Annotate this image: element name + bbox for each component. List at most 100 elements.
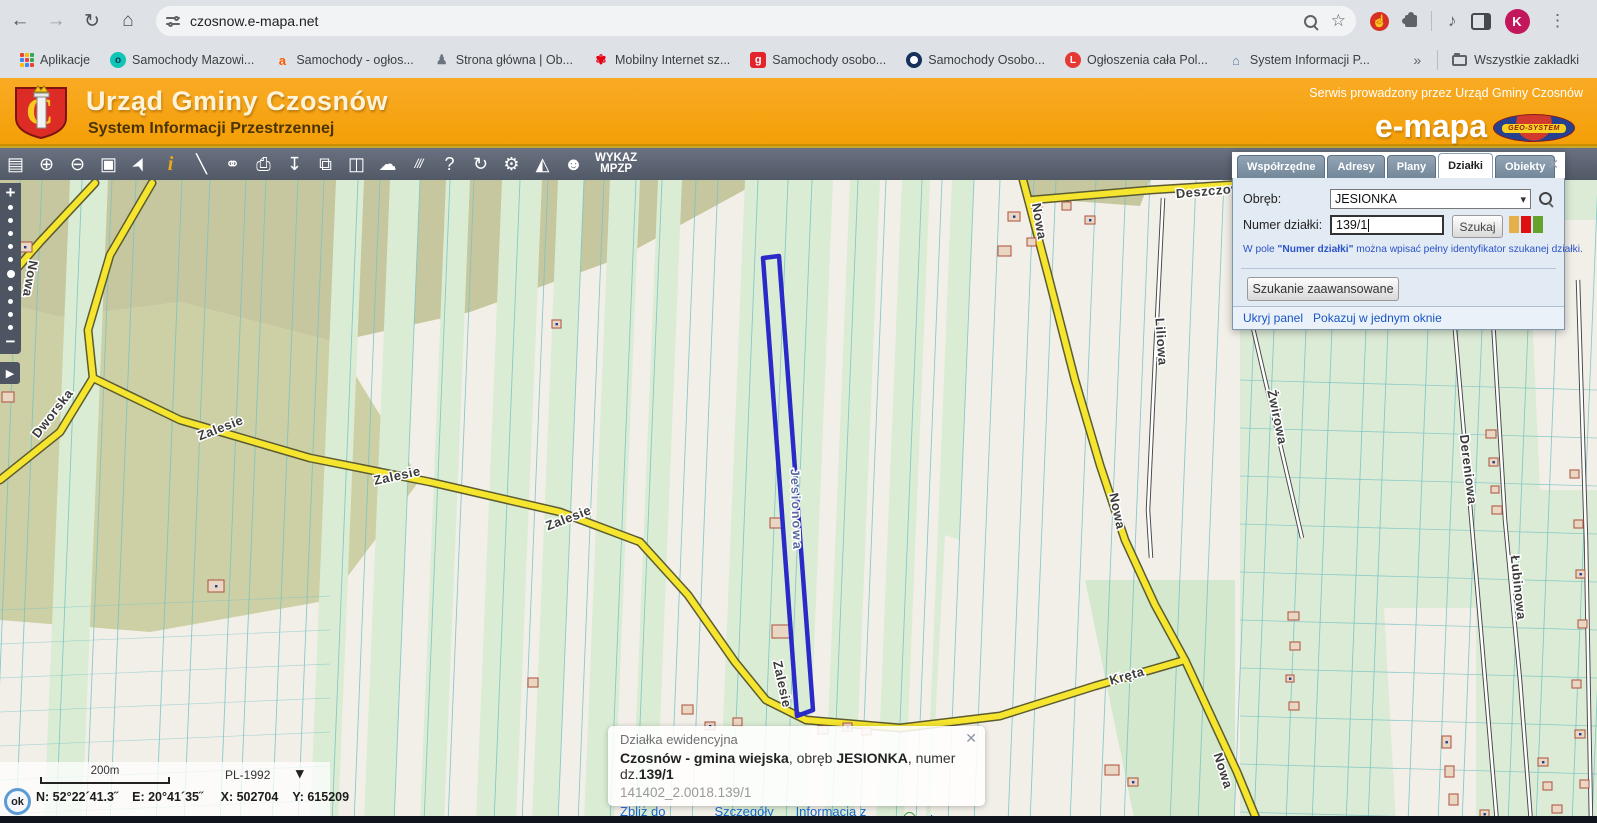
crs-dropdown-icon[interactable]: ▾ xyxy=(296,764,304,782)
browser-toolbar: ← → ↻ ⌂ czosnow.e-mapa.net ☆ ☝ ♪ K ⋮ xyxy=(0,0,1597,42)
zoom-level-dot[interactable] xyxy=(8,231,13,236)
street-view-icon[interactable]: ↧ xyxy=(279,149,310,179)
hide-panel-link[interactable]: Ukryj panel xyxy=(1243,311,1303,325)
emapa-brand: e-mapa xyxy=(1375,108,1487,145)
site-info-icon[interactable] xyxy=(166,15,180,27)
bookmark-item[interactable]: ♟Strona główna | Ob... xyxy=(434,52,573,68)
measure-icon[interactable]: ╲ xyxy=(186,149,217,179)
zoom-out-icon[interactable]: ⊖ xyxy=(62,149,93,179)
forward-icon[interactable]: → xyxy=(40,5,72,37)
obreb-select[interactable]: JESIONKA▾ xyxy=(1330,189,1531,209)
tab-działki[interactable]: Działki xyxy=(1438,153,1493,178)
numer-dzialki-label: Numer działki: xyxy=(1243,218,1322,232)
zoom-level-dot[interactable] xyxy=(8,257,13,262)
zoom-level-dot[interactable] xyxy=(8,312,13,317)
zoom-level-dot[interactable] xyxy=(8,286,13,291)
parcel-search-icon[interactable] xyxy=(1539,192,1552,205)
feedback-person-icon[interactable]: ☻ xyxy=(558,149,589,179)
bookmark-item[interactable]: gSamochody osobo... xyxy=(750,52,886,68)
bookmark-item[interactable]: aSamochody - ogłos... xyxy=(274,52,413,68)
bookmark-item[interactable]: ✾ Mobilny Internet sz... xyxy=(593,52,730,68)
scale-bar xyxy=(40,777,170,784)
zoom-level-dot[interactable] xyxy=(8,218,13,223)
side-panel-icon[interactable] xyxy=(1471,13,1491,30)
panel-close-icon[interactable]: ✕ xyxy=(1547,156,1559,173)
bookmark-favicon xyxy=(20,53,34,67)
zoom-level-dot[interactable] xyxy=(8,325,13,330)
zoom-level-current-dot[interactable] xyxy=(7,270,15,278)
chrome-menu-icon[interactable]: ⋮ xyxy=(1542,5,1574,37)
reload-icon[interactable]: ↻ xyxy=(76,5,108,37)
select-chevron-icon: ▾ xyxy=(1520,193,1526,206)
layout-panels-icon[interactable]: ◫ xyxy=(341,149,372,179)
expand-left-panel-button[interactable]: ▶ xyxy=(0,362,20,384)
legend-color-swatches[interactable] xyxy=(1509,216,1545,233)
zoom-level-dot[interactable] xyxy=(8,205,13,210)
cursor-coordinates: N: 52°22´41.3˝E: 20°41´35˝ X: 502704Y: 6… xyxy=(36,790,363,804)
help-icon[interactable]: ? xyxy=(434,149,465,179)
bookmark-favicon: a xyxy=(274,52,290,68)
address-bar[interactable]: czosnow.e-mapa.net ☆ xyxy=(156,6,1356,36)
zoom-slider-control[interactable]: + − xyxy=(0,183,21,354)
toolbar-divider xyxy=(1431,11,1432,31)
bookmark-label: Ogłoszenia cała Pol... xyxy=(1087,53,1208,67)
panel-tabs: WspółrzędneAdresyPlanyDziałkiObiekty ✕ xyxy=(1232,152,1565,178)
extensions-puzzle-icon[interactable] xyxy=(1405,15,1417,27)
adblock-icon[interactable]: ☝ xyxy=(1370,12,1389,31)
zoom-out-button[interactable]: − xyxy=(6,334,16,350)
bookmarks-bar: AplikacjeoSamochody Mazowi...aSamochody … xyxy=(0,42,1597,78)
layers-icon[interactable]: ▤ xyxy=(0,149,31,179)
bookmarks-overflow-icon[interactable]: » xyxy=(1413,52,1421,68)
settings-gears-icon[interactable]: ⚙ xyxy=(496,149,527,179)
services-cloud-icon[interactable]: ↻ xyxy=(465,149,496,179)
ok-button[interactable]: ok xyxy=(4,788,31,815)
bookmark-item[interactable]: Aplikacje xyxy=(20,53,90,67)
bookmark-item[interactable]: ⌂System Informacji P... xyxy=(1228,52,1370,68)
zoom-level-dot[interactable] xyxy=(8,244,13,249)
url-text[interactable]: czosnow.e-mapa.net xyxy=(190,13,1304,29)
advanced-search-button[interactable]: Szukanie zaawansowane xyxy=(1247,277,1399,301)
all-bookmarks-button[interactable]: Wszystkie zakładki xyxy=(1474,53,1579,67)
panel-footer-links: Ukryj panel Pokazuj w jednym oknie xyxy=(1233,306,1564,329)
bookmark-item[interactable]: oSamochody Mazowi... xyxy=(110,52,254,68)
tab-współrzędne[interactable]: Współrzędne xyxy=(1237,155,1325,178)
back-icon[interactable]: ← xyxy=(4,5,36,37)
select-pointer-icon[interactable]: ➤ xyxy=(119,144,159,185)
wykaz-mpzp-button[interactable]: WYKAZMPZP xyxy=(595,153,637,175)
parcel-number-input[interactable]: 139/1 xyxy=(1330,215,1444,235)
tab-obiekty[interactable]: Obiekty xyxy=(1495,155,1555,178)
home-icon[interactable]: ⌂ xyxy=(112,5,144,37)
bookmark-item[interactable]: LOgłoszenia cała Pol... xyxy=(1065,52,1208,68)
bookmark-favicon: ✾ xyxy=(593,52,609,68)
tab-adresy[interactable]: Adresy xyxy=(1327,155,1384,178)
zoom-level-dot[interactable] xyxy=(8,299,13,304)
bookmark-item[interactable]: Samochody Osobo... xyxy=(906,52,1045,68)
bookmark-favicon: ♟ xyxy=(434,52,450,68)
map-status-overlay: 200m PL-1992 ▾ N: 52°22´41.3˝E: 20°41´35… xyxy=(0,762,330,818)
search-icon[interactable] xyxy=(1304,15,1317,28)
bookmark-label: Aplikacje xyxy=(40,53,90,67)
hatch-icon[interactable]: /// xyxy=(403,149,434,179)
music-extension-icon[interactable]: ♪ xyxy=(1448,11,1457,31)
zoom-in-button[interactable]: + xyxy=(6,185,16,201)
bookmark-label: Samochody Mazowi... xyxy=(132,53,254,67)
zoom-in-icon[interactable]: ⊕ xyxy=(31,149,62,179)
profile-avatar[interactable]: K xyxy=(1505,9,1530,34)
popup-close-icon[interactable]: ✕ xyxy=(965,730,977,747)
portal-subtitle: System Informacji Przestrzennej xyxy=(88,120,334,138)
bookmark-label: Samochody Osobo... xyxy=(928,53,1045,67)
area-shape-icon[interactable]: ☁ xyxy=(372,149,403,179)
single-window-link[interactable]: Pokazuj w jednym oknie xyxy=(1313,311,1442,325)
identify-info-icon[interactable]: i xyxy=(155,149,186,179)
bookmark-label: Mobilny Internet sz... xyxy=(615,53,730,67)
print-icon[interactable]: ⎙ xyxy=(248,149,279,179)
zoom-extent-icon[interactable]: ▣ xyxy=(93,149,124,179)
tab-plany[interactable]: Plany xyxy=(1387,155,1436,178)
bookmark-star-icon[interactable]: ☆ xyxy=(1331,11,1346,31)
link-icon[interactable]: ⚭ xyxy=(217,149,248,179)
panel-hint-text: W pole "Numer działki" można wpisać pełn… xyxy=(1243,244,1561,255)
szukaj-button[interactable]: Szukaj xyxy=(1452,215,1503,238)
compare-windows-icon[interactable]: ⧉ xyxy=(310,149,341,179)
bookmark-favicon xyxy=(906,52,922,68)
3d-view-icon[interactable]: ◭ xyxy=(527,149,558,179)
